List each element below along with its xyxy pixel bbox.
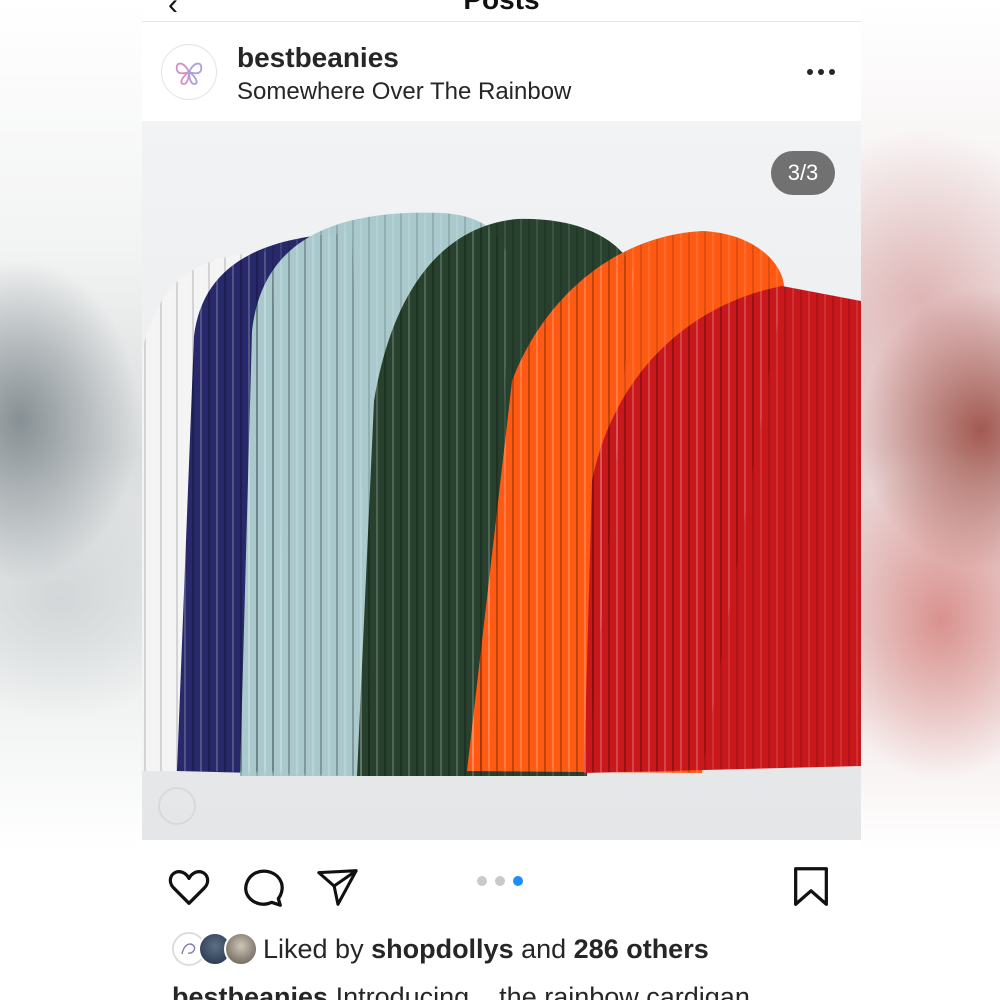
- post-photo[interactable]: 3/3: [142, 121, 861, 840]
- likes-connector: and: [513, 934, 574, 964]
- likes-prefix: Liked by: [263, 934, 372, 964]
- heart-icon[interactable]: [166, 864, 212, 910]
- more-icon[interactable]: [805, 60, 837, 84]
- post-actions-bar: [142, 842, 861, 928]
- top-bar: ‹ Posts: [142, 0, 861, 22]
- post-caption: bestbeanies Introducing... the rainbow c…: [172, 982, 750, 1000]
- post-location[interactable]: Somewhere Over The Rainbow: [237, 78, 571, 106]
- carousel-dot-active: [513, 876, 523, 886]
- carousel-dot: [495, 876, 505, 886]
- caption-text: Introducing... the rainbow cardigan: [328, 982, 750, 1000]
- profile-avatar[interactable]: [161, 44, 217, 100]
- liker-avatar: [224, 932, 258, 966]
- likes-count[interactable]: 286 others: [574, 934, 709, 964]
- butterfly-logo-icon: [175, 62, 203, 85]
- likes-row[interactable]: Liked by shopdollys and 286 others: [142, 928, 861, 972]
- blurred-background-right: [861, 0, 1000, 1000]
- post-header: bestbeanies Somewhere Over The Rainbow: [142, 30, 861, 120]
- page-title: Posts: [142, 0, 861, 16]
- send-icon[interactable]: [314, 864, 360, 910]
- carousel-dot: [477, 876, 487, 886]
- blurred-background-left: [0, 0, 142, 1000]
- likes-text: Liked by shopdollys and 286 others: [263, 934, 709, 965]
- carousel-indicator: [477, 876, 523, 888]
- liker-avatars: [172, 932, 262, 968]
- bookmark-icon[interactable]: [788, 864, 834, 910]
- liker-username[interactable]: shopdollys: [371, 934, 514, 964]
- image-counter-badge: 3/3: [771, 151, 835, 195]
- caption-username[interactable]: bestbeanies: [172, 982, 328, 1000]
- post-username[interactable]: bestbeanies: [237, 42, 399, 74]
- beanies-image: [142, 121, 861, 840]
- comment-icon[interactable]: [240, 864, 286, 910]
- instagram-post-view: ‹ Posts bestbeanies Somewhere Over The R…: [142, 0, 861, 1000]
- screen: ‹ Posts bestbeanies Somewhere Over The R…: [0, 0, 1000, 1000]
